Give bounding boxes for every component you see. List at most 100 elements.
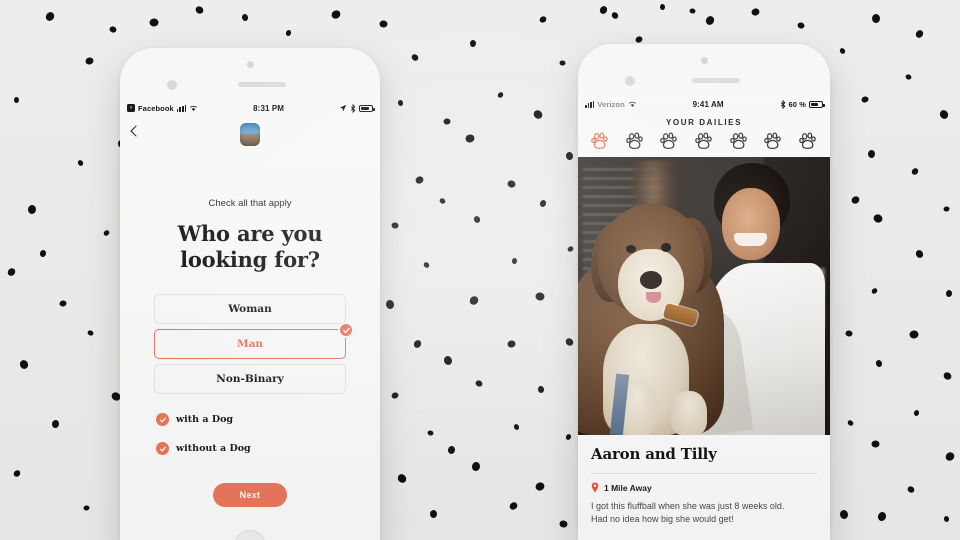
background-dot (410, 52, 420, 63)
bluetooth-icon (780, 99, 785, 109)
background-dot (443, 118, 451, 125)
background-dot (391, 221, 399, 230)
background-dot (44, 10, 56, 23)
wifi-icon (628, 101, 636, 107)
battery-icon (809, 100, 825, 108)
photo-man-face (721, 187, 780, 260)
checkbox-row-without-a-dog[interactable]: without a Dog (156, 442, 380, 456)
profile-bio-line2: Had no idea how big she would get! (591, 514, 734, 525)
home-button[interactable] (234, 530, 266, 540)
background-dot (872, 212, 884, 225)
checkbox-checked-icon[interactable] (156, 413, 169, 427)
background-dot (469, 39, 477, 48)
next-button-row: Next (120, 483, 380, 508)
background-dot (446, 445, 457, 455)
profile-bio: I got this fluffball when she was just 8… (591, 500, 817, 526)
option-man[interactable]: Man (154, 322, 354, 360)
paw-tab-5-icon[interactable] (729, 131, 749, 151)
option-man-label: Man (236, 338, 264, 351)
wifi-icon (190, 105, 198, 111)
paw-tab-7-icon[interactable] (798, 131, 818, 151)
background-dot (634, 35, 644, 44)
map-pin-icon (591, 482, 599, 493)
background-dot (838, 47, 847, 55)
next-button[interactable]: Next (213, 483, 287, 508)
background-dot (942, 370, 953, 382)
battery-percent-label: 60 % (788, 99, 806, 109)
background-dot (850, 194, 861, 206)
paw-tab-1-active-icon[interactable] (590, 131, 610, 151)
profile-photo[interactable] (578, 157, 830, 435)
paw-tab-6-icon[interactable] (763, 131, 783, 151)
photo-dog-tongue (646, 291, 662, 303)
status-carrier: Verizon (597, 99, 625, 109)
screenshot-scene: ‹ Facebook 8:31 PM Check all that apply … (0, 0, 960, 540)
background-dot (564, 433, 573, 441)
background-dot (938, 108, 950, 121)
profile-bio-line1: I got this fluffball when she was just 8… (591, 501, 785, 511)
distance-label: 1 Mile Away (604, 482, 652, 493)
facebook-back-icon[interactable]: ‹ (127, 104, 135, 112)
paw-tab-strip (578, 131, 830, 157)
left-phone-screen: ‹ Facebook 8:31 PM Check all that apply … (120, 100, 380, 540)
photo-dog-eye-right (661, 243, 672, 252)
background-dot (945, 289, 953, 298)
checkbox-row-with-a-dog[interactable]: with a Dog (156, 413, 380, 427)
background-dot (414, 175, 425, 185)
right-phone-screen: Verizon 9:41 AM 60 % YOUR DAILIES Aaron … (578, 96, 830, 540)
background-dot (704, 14, 716, 27)
background-dot (471, 461, 481, 472)
gender-option-list: Woman Man Non-Binary (120, 294, 380, 395)
option-non-binary[interactable]: Non-Binary (154, 364, 346, 395)
paw-tab-3-icon[interactable] (659, 131, 679, 151)
background-dot (194, 4, 205, 16)
background-dot (565, 151, 574, 161)
option-woman-label: Woman (228, 303, 272, 316)
earpiece-speaker (692, 78, 740, 83)
signal-bars-icon (585, 100, 595, 108)
background-dot (438, 197, 447, 205)
background-dot (559, 60, 566, 66)
app-logo-avatar (240, 122, 260, 146)
back-chevron-icon[interactable] (130, 125, 142, 137)
option-woman[interactable]: Woman (154, 294, 346, 325)
page-title: Who are you looking for? (120, 221, 380, 272)
photo-dog-paw-2 (671, 390, 707, 435)
distance-row: 1 Mile Away (591, 482, 817, 493)
background-dot (86, 329, 95, 337)
eyebrow-text: Check all that apply (208, 198, 292, 209)
background-dot (910, 166, 920, 177)
background-dot (412, 338, 423, 350)
background-dot (12, 468, 22, 479)
background-dot (564, 336, 575, 348)
background-dot (558, 519, 569, 529)
background-dot (914, 28, 925, 40)
background-dot (860, 95, 870, 104)
profile-card-info: Aaron and Tilly 1 Mile Away I got this f… (578, 435, 830, 526)
background-dot (6, 266, 17, 278)
background-dot (39, 249, 47, 258)
background-dot (422, 261, 431, 269)
background-dot (870, 287, 879, 295)
background-dot (531, 108, 545, 121)
background-dot (18, 358, 30, 371)
background-dot (943, 450, 957, 463)
background-dot (496, 91, 505, 99)
background-dot (598, 4, 609, 16)
paw-tab-4-icon[interactable] (694, 131, 714, 151)
background-dot (27, 204, 37, 215)
paw-tab-2-icon[interactable] (625, 131, 645, 151)
background-dot (846, 419, 855, 427)
background-dot (426, 429, 435, 437)
background-dot (285, 29, 292, 37)
background-dot (467, 294, 481, 307)
checkbox-checked-icon[interactable] (156, 442, 169, 456)
background-dot (876, 510, 888, 523)
background-dot (506, 179, 517, 189)
background-dot (610, 10, 620, 21)
background-dot (839, 509, 849, 520)
background-dot (472, 214, 482, 225)
background-dot (76, 159, 85, 167)
background-dot (537, 385, 545, 394)
photo-man-smile (734, 233, 767, 246)
